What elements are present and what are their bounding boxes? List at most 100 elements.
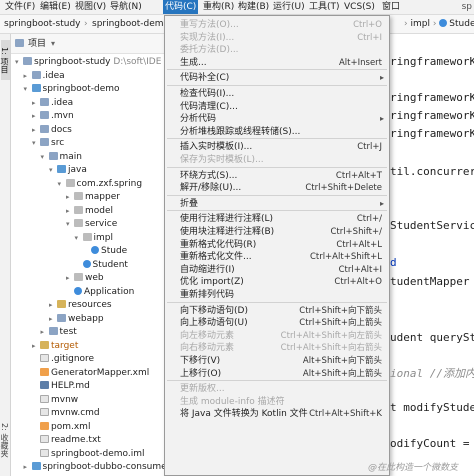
menu-item[interactable]: 解开/移除(U)... Ctrl+Shift+Delete [165, 181, 389, 195]
tree-node[interactable]: ▾ springboot-study D:\soft\IDE [11, 56, 164, 69]
menu-item[interactable]: 重新排列代码 [165, 288, 389, 302]
tree-node[interactable]: ▾ src [11, 137, 164, 150]
pkg-icon [65, 178, 75, 187]
menu-navigate[interactable]: 导航(N) [108, 0, 144, 14]
menu-edit[interactable]: 编辑(E) [38, 0, 73, 14]
menu-refactor[interactable]: 重构(R) [201, 0, 236, 14]
tree-node[interactable]: ▸ resources [11, 299, 164, 312]
tree-node[interactable]: .gitignore [11, 353, 164, 366]
tree-node[interactable]: ▾ main [11, 151, 164, 164]
breadcrumb-class[interactable]: StudentS [449, 19, 474, 29]
tree-node[interactable]: readme.txt [11, 434, 164, 447]
breadcrumb-impl[interactable]: impl [410, 19, 429, 29]
menu-item-label: 分析堆栈跟踪或线程转储(S)... [180, 126, 301, 137]
tree-node[interactable]: ▾ java [11, 164, 164, 177]
tree-node[interactable]: ▾ impl [11, 232, 164, 245]
chevron-right-icon[interactable]: ▸ [32, 340, 40, 353]
menu-item-label: 折叠 [180, 198, 199, 209]
menubar-right-text: sp [461, 2, 472, 12]
chevron-down-icon[interactable]: ▾ [24, 83, 32, 96]
code-line: tudentMapper [390, 275, 470, 288]
tree-node-label: java [68, 165, 87, 175]
project-panel-title[interactable]: 项目 [28, 34, 46, 54]
tree-node[interactable]: HELP.md [11, 380, 164, 393]
chevron-down-icon[interactable]: ▾ [41, 151, 49, 164]
tree-node[interactable]: springboot-demo.iml [11, 448, 164, 461]
tree-node-label: pom.xml [51, 421, 91, 432]
tree-node-label: impl [93, 232, 113, 243]
menu-item-shortcut: Ctrl+Shift+Delete [305, 183, 382, 194]
tree-node[interactable]: ▸ docs [11, 124, 164, 137]
chevron-down-icon[interactable]: ▾ [75, 232, 83, 245]
tree-node[interactable]: ▸ .idea [11, 97, 164, 110]
project-tool-button[interactable]: 1: 项目 [0, 40, 10, 80]
tree-node[interactable]: pom.xml [11, 421, 164, 434]
tree-node[interactable]: Stude [11, 245, 164, 258]
chevron-right-icon[interactable]: ▸ [49, 313, 57, 326]
menu-item[interactable]: 生成... Alt+Insert [165, 56, 389, 70]
chevron-down-icon[interactable]: ▾ [66, 218, 74, 231]
chevron-right-icon[interactable]: ▸ [49, 299, 57, 312]
tree-node[interactable]: ▸ webapp [11, 313, 164, 326]
chevron-down-icon[interactable]: ▾ [15, 56, 23, 69]
menu-item[interactable]: 上移行(O) Alt+Shift+向上箭头 [165, 367, 389, 381]
tree-node-label: .idea [51, 97, 74, 108]
menu-tools[interactable]: 工具(T) [307, 0, 342, 14]
chevron-right-icon[interactable]: ▸ [41, 326, 49, 339]
chevron-down-icon[interactable]: ▾ [49, 164, 57, 177]
chevron-right-icon[interactable]: ▸ [32, 97, 40, 110]
menu-item-label: 代码补全(C) [180, 73, 230, 84]
menu-item[interactable]: 折叠 ▸ [165, 197, 389, 211]
menu-item[interactable]: 代码补全(C) ▸ [165, 71, 389, 85]
tree-node-label: mapper [85, 192, 120, 202]
menu-item-shortcut: Ctrl+Alt+Shift+K [309, 409, 382, 420]
tree-node[interactable]: ▸ target [11, 340, 164, 353]
menu-item[interactable]: 分析堆栈跟踪或线程转储(S)... [165, 125, 389, 139]
menu-window[interactable]: 窗口 [380, 0, 402, 14]
tree-node[interactable]: ▾ com.zxf.spring [11, 178, 164, 191]
menu-run[interactable]: 运行(U) [271, 0, 307, 14]
menu-view[interactable]: 视图(V) [73, 0, 108, 14]
menu-separator [167, 85, 387, 86]
tree-node[interactable]: ▸ .mvn [11, 110, 164, 123]
chevron-down-icon[interactable]: ▾ [32, 137, 40, 150]
chevron-right-icon[interactable]: ▸ [66, 205, 74, 218]
chevron-right-icon[interactable]: ▸ [24, 461, 32, 474]
menu-item[interactable]: 将 Java 文件转换为 Kotlin 文件 Ctrl+Alt+Shift+K [165, 407, 389, 421]
tree-node[interactable]: mvnw [11, 394, 164, 407]
chevron-down-icon[interactable]: ▾ [58, 178, 66, 191]
favorites-tool-button[interactable]: 2: 收藏夹 [0, 410, 10, 470]
chevron-right-icon[interactable]: ▸ [66, 191, 74, 204]
breadcrumb-module[interactable]: springboot-demo [92, 15, 169, 34]
file-icon [40, 435, 49, 443]
tree-node[interactable]: ▸ model [11, 205, 164, 218]
menu-vcs[interactable]: VCS(S) [342, 0, 377, 14]
menu-separator [167, 194, 387, 196]
tree-node[interactable]: ▸ mapper [11, 191, 164, 204]
menu-file[interactable]: 文件(F) [3, 0, 37, 14]
tree-node[interactable]: mvnw.cmd [11, 407, 164, 420]
tree-node[interactable]: ▸ web [11, 272, 164, 285]
tree-node-label: test [59, 327, 77, 337]
menu-code[interactable]: 代码(C) [163, 0, 199, 14]
tree-node[interactable]: ▸ springboot-dubbo-consumer [11, 461, 164, 474]
code-line: udent querySt [390, 331, 474, 344]
tree-node[interactable]: Application [11, 286, 164, 299]
code-line: ringframeworK [390, 91, 474, 104]
tree-node[interactable]: GeneratorMapper.xml [11, 367, 164, 380]
chevron-right-icon[interactable]: ▸ [24, 70, 32, 83]
chevron-down-icon[interactable]: ▾ [51, 34, 55, 54]
menu-build[interactable]: 构建(B) [236, 0, 271, 14]
menu-separator [167, 166, 387, 168]
chevron-right-icon[interactable]: ▸ [32, 110, 40, 123]
tree-node[interactable]: ▾ service [11, 218, 164, 231]
tree-node[interactable]: Student [11, 259, 164, 272]
chevron-right-icon[interactable]: ▸ [66, 272, 74, 285]
breadcrumb-project[interactable]: springboot-study [4, 15, 80, 34]
tree-node[interactable]: ▸ .idea [11, 70, 164, 83]
class-icon [439, 19, 448, 27]
xml-icon [40, 421, 49, 430]
chevron-right-icon[interactable]: ▸ [32, 124, 40, 137]
tree-node[interactable]: ▾ springboot-demo [11, 83, 164, 96]
tree-node[interactable]: ▸ test [11, 326, 164, 339]
